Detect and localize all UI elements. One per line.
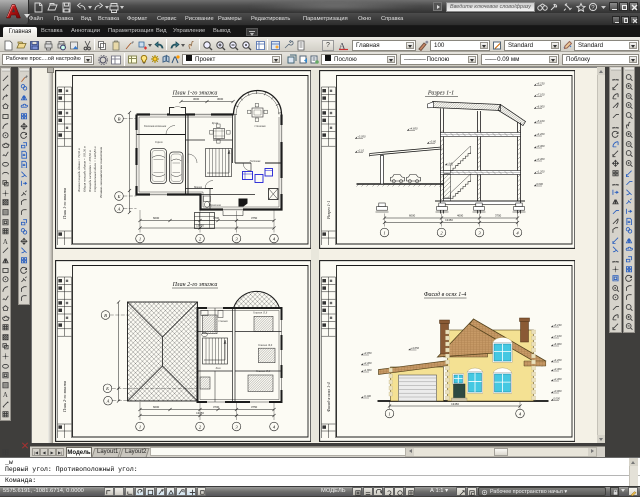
svg-text:1: 1 <box>138 424 140 429</box>
svg-text:+1,800: +1,800 <box>363 368 372 372</box>
svg-text:6000: 6000 <box>409 213 416 217</box>
svg-text:План 2-го этажа: План 2-го этажа <box>171 282 217 288</box>
svg-text:+3,300: +3,300 <box>536 144 545 148</box>
svg-text:3700: 3700 <box>213 405 220 409</box>
svg-text:Гараж: Гараж <box>154 141 163 144</box>
svg-text:+5,100: +5,100 <box>536 119 545 123</box>
svg-text:Фасад в осях 1-4: Фасад в осях 1-4 <box>326 382 331 412</box>
svg-text:3000: 3000 <box>193 97 200 101</box>
svg-text:6000: 6000 <box>153 216 160 220</box>
svg-text:+4,650: +4,650 <box>409 126 418 130</box>
svg-text:Спальня: Спальня <box>218 320 228 323</box>
svg-text:Столовая: Столовая <box>254 125 266 128</box>
svg-text:А: А <box>116 206 120 211</box>
svg-text:+1,200: +1,200 <box>536 169 545 173</box>
svg-text:+4,200: +4,200 <box>536 132 545 136</box>
svg-text:0,000: 0,000 <box>553 397 560 401</box>
svg-text:1: 1 <box>383 230 385 235</box>
svg-text:A: A <box>3 239 8 246</box>
svg-text:4000: 4000 <box>457 213 464 217</box>
svg-text:Спальня 16,6: Спальня 16,6 <box>257 344 272 347</box>
svg-text:+1,40: +1,40 <box>447 162 453 165</box>
svg-text:+3,050: +3,050 <box>363 351 372 355</box>
svg-text:+4,650: +4,650 <box>410 346 419 350</box>
svg-text:А: А <box>105 399 109 404</box>
svg-text:Разрез 1-1: Разрез 1-1 <box>326 200 331 219</box>
svg-text:Б: Б <box>105 386 109 391</box>
svg-text:Разрез 1-1: Разрез 1-1 <box>426 90 453 96</box>
svg-text:3000: 3000 <box>217 97 224 101</box>
svg-text:1: 1 <box>388 411 390 416</box>
svg-text:В: В <box>104 313 107 318</box>
svg-text:3750: 3750 <box>495 213 502 217</box>
svg-text:+2,400: +2,400 <box>553 377 562 381</box>
svg-text:3750: 3750 <box>251 405 258 409</box>
svg-text:+3,300: +3,300 <box>553 367 562 371</box>
svg-text:13450: 13450 <box>445 218 453 222</box>
svg-text:+7,100: +7,100 <box>536 92 545 96</box>
svg-text:13450: 13450 <box>196 223 204 227</box>
svg-text:Спальня 15,6: Спальня 15,6 <box>252 312 267 315</box>
svg-text:Б: Б <box>116 193 120 198</box>
svg-text:Холл: Холл <box>214 367 221 370</box>
svg-text:13450: 13450 <box>451 402 459 406</box>
svg-text:+7,100: +7,100 <box>553 334 562 338</box>
svg-text:0,000: 0,000 <box>536 182 543 186</box>
svg-text:-0,100: -0,100 <box>363 394 371 398</box>
svg-text:План 2-го этажа: План 2-го этажа <box>62 381 67 413</box>
svg-text:+8,230: +8,230 <box>536 81 545 85</box>
svg-text:+2,400: +2,400 <box>363 361 372 365</box>
svg-text:+2,400: +2,400 <box>536 157 545 161</box>
svg-text:+4,200: +4,200 <box>553 358 562 362</box>
svg-text:План 1-го этажа: План 1-го этажа <box>171 90 217 96</box>
svg-text:Фасад в осях 1-4: Фасад в осях 1-4 <box>423 291 466 298</box>
svg-text:+2,10: +2,10 <box>357 148 364 152</box>
svg-text:В: В <box>117 116 120 121</box>
svg-text:+6,000: +6,000 <box>536 104 545 108</box>
svg-text:План 1-го этажа: План 1-го этажа <box>62 187 67 219</box>
svg-text:Кухня: Кухня <box>210 122 218 125</box>
svg-text:+0,900: +0,900 <box>553 389 562 393</box>
svg-text:+8,230: +8,230 <box>553 323 562 327</box>
svg-text:+3,80: +3,80 <box>429 139 436 143</box>
svg-text:+3,050: +3,050 <box>357 134 366 138</box>
svg-text:A: A <box>3 392 8 399</box>
svg-text:Топочная котельная: Топочная котельная <box>143 125 166 128</box>
svg-text:Технико-экономические показате: Технико-экономические показатели <box>99 146 103 197</box>
svg-text:+6,000: +6,000 <box>553 342 562 346</box>
svg-text:3750: 3750 <box>251 216 258 220</box>
svg-text:1: 1 <box>138 236 140 241</box>
svg-text:6000: 6000 <box>153 405 160 409</box>
svg-text:Спальня 13,2: Спальня 13,2 <box>255 370 270 373</box>
svg-text:13450: 13450 <box>196 411 204 415</box>
